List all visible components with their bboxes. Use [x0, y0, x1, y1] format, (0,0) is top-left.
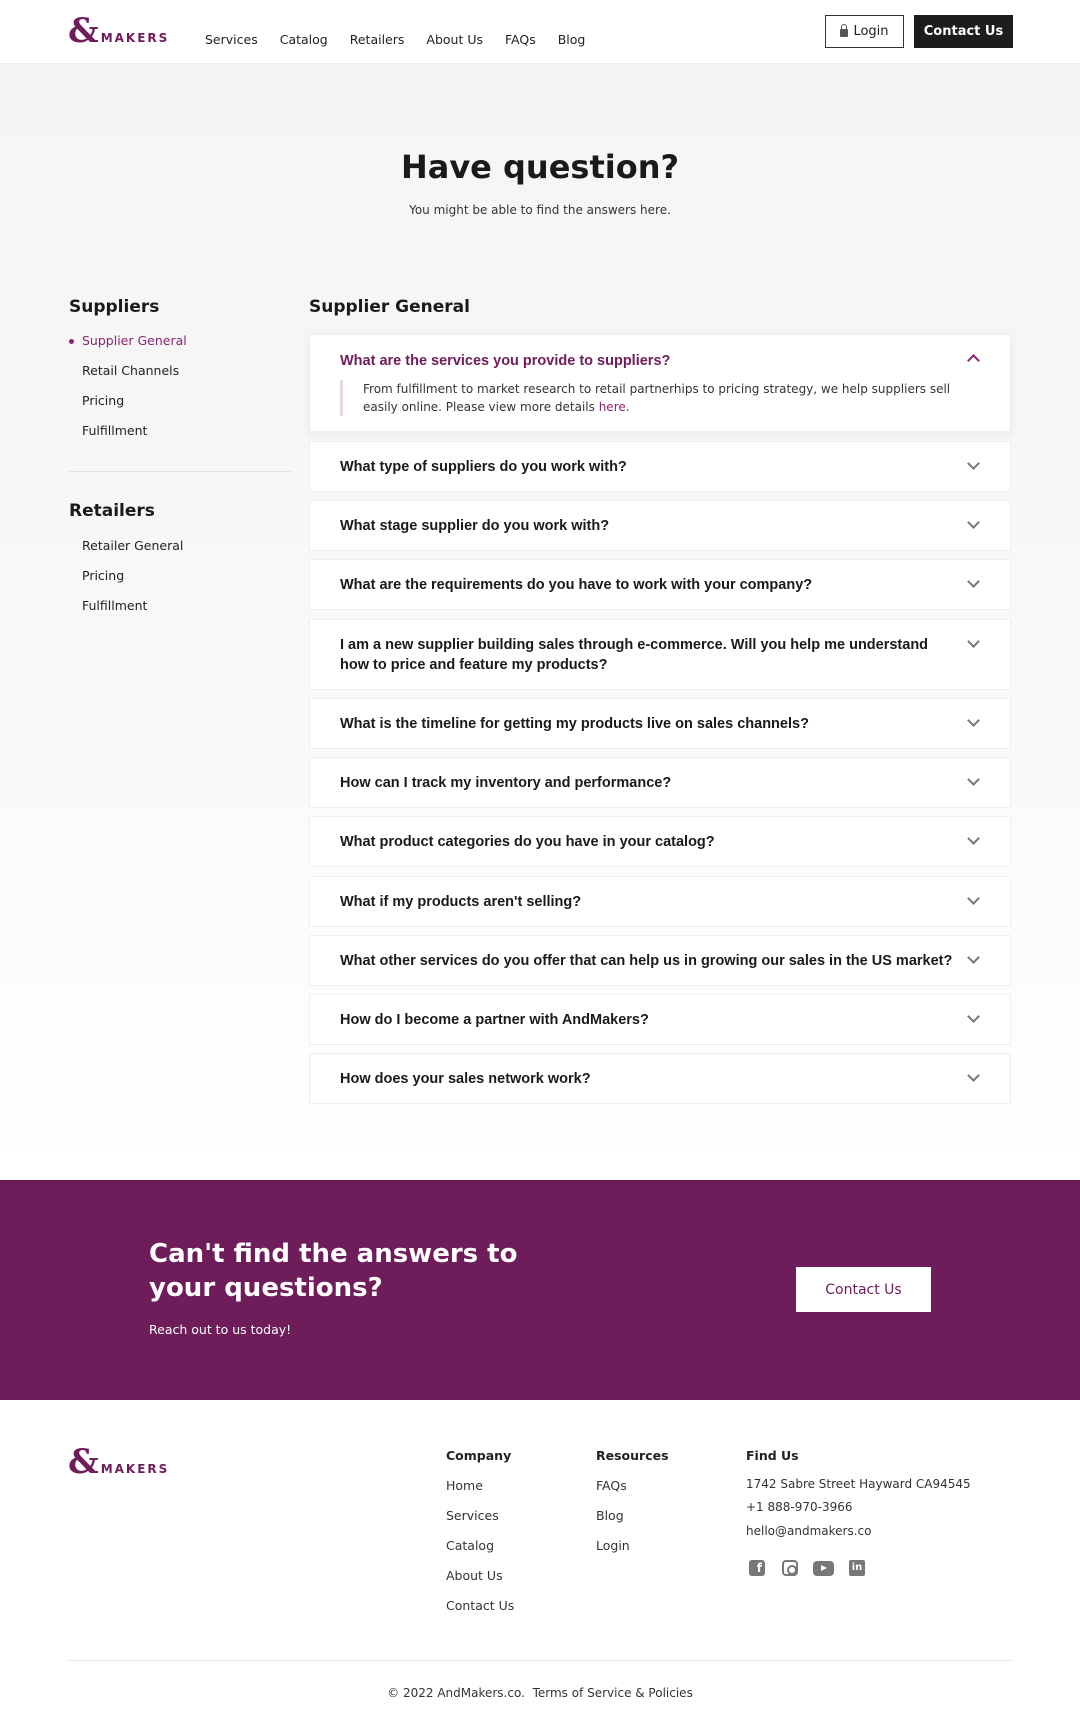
faq-question[interactable]: What type of suppliers do you work with? [340, 457, 960, 477]
footer-email[interactable]: hello@andmakers.co [746, 1524, 871, 1538]
chevron-down-icon[interactable] [967, 575, 980, 588]
main-nav: Services Catalog Retailers About Us FAQs… [205, 32, 607, 47]
site-header: & MAKERS Services Catalog Retailers Abou… [0, 0, 1080, 64]
footer-link-faqs[interactable]: FAQs [596, 1478, 627, 1493]
sidebar-item-retail-channels[interactable]: Retail Channels [82, 363, 179, 378]
linkedin-icon[interactable]: in [849, 1560, 865, 1576]
faq-question[interactable]: What are the services you provide to sup… [340, 351, 960, 371]
nav-catalog[interactable]: Catalog [280, 32, 328, 47]
footer-logo-wordmark: MAKERS [100, 1462, 170, 1476]
sidebar-item-fulfillment[interactable]: Fulfillment [82, 423, 147, 438]
footer-address: 1742 Sabre Street Hayward CA94545 [746, 1477, 971, 1491]
faq-answer-end: . [625, 400, 630, 414]
faq-question[interactable]: What are the requirements do you have to… [340, 575, 960, 595]
nav-services[interactable]: Services [205, 32, 258, 47]
faq-question[interactable]: How can I track my inventory and perform… [340, 773, 960, 793]
faq-item[interactable]: I am a new supplier building sales throu… [309, 619, 1011, 690]
faq-item[interactable]: How can I track my inventory and perform… [309, 757, 1011, 808]
cta-subtitle: Reach out to us today! [149, 1322, 292, 1337]
footer-link-home[interactable]: Home [446, 1478, 483, 1493]
faq-question[interactable]: How does your sales network work? [340, 1069, 960, 1089]
lock-icon [840, 24, 849, 37]
footer-link-services[interactable]: Services [446, 1508, 499, 1523]
faq-question[interactable]: How do I become a partner with AndMakers… [340, 1010, 960, 1030]
login-button[interactable]: Login [825, 15, 904, 48]
chevron-down-icon[interactable] [967, 1069, 980, 1082]
cta-title: Can't find the answers to your questions… [149, 1239, 518, 1303]
footer-link-blog[interactable]: Blog [596, 1508, 624, 1523]
chevron-down-icon[interactable] [967, 457, 980, 470]
chevron-down-icon[interactable] [967, 773, 980, 786]
faq-item[interactable]: What other services do you offer that ca… [309, 935, 1011, 986]
copyright-text: © 2022 AndMakers.co. [387, 1686, 525, 1700]
footer-link-about-us[interactable]: About Us [446, 1568, 503, 1583]
footer-logo-ampersand: & [68, 1442, 99, 1482]
nav-about-us[interactable]: About Us [426, 32, 483, 47]
faq-question[interactable]: What is the timeline for getting my prod… [340, 714, 960, 734]
faq-question[interactable]: What other services do you offer that ca… [340, 951, 960, 971]
sidebar-group-retailers: Retailers [69, 501, 155, 521]
sidebar-item-retailer-fulfillment[interactable]: Fulfillment [82, 598, 147, 613]
footer-find-us-title: Find Us [746, 1448, 799, 1463]
contact-us-button[interactable]: Contact Us [914, 15, 1013, 48]
faq-item[interactable]: What type of suppliers do you work with? [309, 441, 1011, 492]
chevron-down-icon[interactable] [967, 714, 980, 727]
facebook-icon[interactable]: f [749, 1560, 765, 1576]
faq-item[interactable]: What stage supplier do you work with? [309, 500, 1011, 551]
nav-faqs[interactable]: FAQs [505, 32, 536, 47]
footer-link-contact-us[interactable]: Contact Us [446, 1598, 514, 1613]
instagram-icon[interactable] [782, 1560, 798, 1576]
footer-link-catalog[interactable]: Catalog [446, 1538, 494, 1553]
chevron-down-icon[interactable] [967, 1010, 980, 1023]
chevron-down-icon[interactable] [967, 635, 980, 648]
page-subtitle: You might be able to find the answers he… [409, 203, 671, 217]
sidebar-item-pricing[interactable]: Pricing [82, 393, 124, 408]
faq-item[interactable]: What if my products aren't selling? [309, 876, 1011, 927]
faq-item[interactable]: How do I become a partner with AndMakers… [309, 994, 1011, 1045]
nav-blog[interactable]: Blog [558, 32, 586, 47]
chevron-down-icon[interactable] [967, 892, 980, 905]
page-title: Have question? [400, 148, 680, 186]
brand-logo[interactable]: & MAKERS [68, 14, 169, 48]
faq-answer-link[interactable]: here [599, 400, 626, 414]
faq-item[interactable]: How does your sales network work? [309, 1053, 1011, 1104]
faq-question[interactable]: I am a new supplier building sales throu… [340, 635, 960, 675]
faq-section-heading: Supplier General [309, 297, 470, 317]
faq-question[interactable]: What if my products aren't selling? [340, 892, 960, 912]
chevron-down-icon[interactable] [967, 832, 980, 845]
sidebar-item-retailer-general[interactable]: Retailer General [82, 538, 183, 553]
footer-copyright: © 2022 AndMakers.co. Terms of Service & … [0, 1686, 1080, 1700]
faq-item[interactable]: What is the timeline for getting my prod… [309, 698, 1011, 749]
faq-question[interactable]: What product categories do you have in y… [340, 832, 960, 852]
youtube-icon[interactable] [813, 1561, 834, 1576]
chevron-down-icon[interactable] [967, 951, 980, 964]
footer-link-login[interactable]: Login [596, 1538, 630, 1553]
footer-phone[interactable]: +1 888-970-3966 [746, 1500, 853, 1514]
login-label: Login [853, 24, 889, 39]
sidebar-item-supplier-general[interactable]: Supplier General [82, 333, 187, 348]
footer-logo[interactable]: & MAKERS [68, 1445, 169, 1479]
faq-answer: From fulfillment to market research to r… [340, 380, 960, 416]
faq-answer-text: From fulfillment to market research to r… [363, 382, 951, 414]
faq-item[interactable]: What are the services you provide to sup… [309, 334, 1011, 432]
cta-contact-button[interactable]: Contact Us [796, 1267, 931, 1312]
nav-retailers[interactable]: Retailers [350, 32, 405, 47]
logo-wordmark: MAKERS [100, 31, 170, 45]
faq-item[interactable]: What product categories do you have in y… [309, 816, 1011, 867]
sidebar-divider [69, 471, 291, 472]
sidebar-group-suppliers: Suppliers [69, 297, 160, 317]
footer-resources-title: Resources [596, 1448, 669, 1463]
faq-item[interactable]: What are the requirements do you have to… [309, 559, 1011, 610]
active-indicator-icon [69, 339, 74, 344]
cta-banner: Can't find the answers to your questions… [0, 1180, 1080, 1400]
sidebar-item-retailer-pricing[interactable]: Pricing [82, 568, 124, 583]
chevron-down-icon[interactable] [967, 516, 980, 529]
faq-question[interactable]: What stage supplier do you work with? [340, 516, 960, 536]
terms-link[interactable]: Terms of Service & Policies [533, 1686, 693, 1700]
footer-divider [69, 1660, 1011, 1661]
footer-company-title: Company [446, 1448, 512, 1463]
chevron-up-icon[interactable] [967, 354, 980, 367]
logo-ampersand: & [68, 11, 99, 51]
